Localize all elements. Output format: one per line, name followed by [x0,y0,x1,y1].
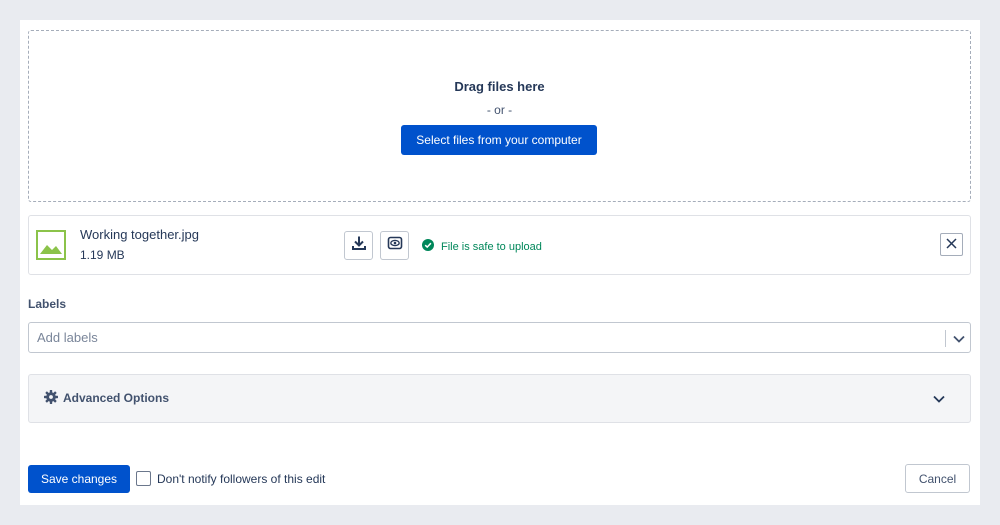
image-icon [36,230,66,260]
preview-button[interactable] [380,231,409,260]
edit-attachment-panel: Drag files here - or - Select files from… [20,20,980,505]
close-icon [946,236,957,254]
preview-eye-icon [387,235,403,256]
dont-notify-checkbox[interactable] [136,471,151,486]
advanced-options-toggle[interactable]: Advanced Options [28,374,971,423]
labels-dropdown-toggle[interactable] [950,330,968,348]
save-changes-button[interactable]: Save changes [28,465,130,493]
download-icon [351,235,367,256]
labels-input[interactable] [37,323,927,352]
download-button[interactable] [344,231,373,260]
labels-heading: Labels [28,297,67,311]
uploaded-file-row: Working together.jpg 1.19 MB File is saf… [28,215,971,275]
gear-icon [44,390,58,404]
chevron-down-icon [931,391,947,407]
safe-status-text: File is safe to upload [441,240,542,253]
file-safe-status: File is safe to upload [422,239,542,254]
file-size: 1.19 MB [80,248,125,262]
dont-notify-label[interactable]: Don't notify followers of this edit [157,472,325,486]
select-files-button[interactable]: Select files from your computer [401,125,597,155]
remove-file-button[interactable] [940,233,963,256]
file-drop-zone[interactable]: Drag files here - or - Select files from… [28,30,971,202]
drag-files-text: Drag files here [454,79,545,94]
cancel-button[interactable]: Cancel [905,464,970,493]
chevron-down-icon [953,330,965,348]
file-name: Working together.jpg [80,227,199,242]
advanced-options-label: Advanced Options [63,391,170,405]
check-circle-icon [422,239,434,254]
labels-select [28,322,971,353]
labels-separator [945,330,946,347]
or-separator: - or - [486,103,513,117]
